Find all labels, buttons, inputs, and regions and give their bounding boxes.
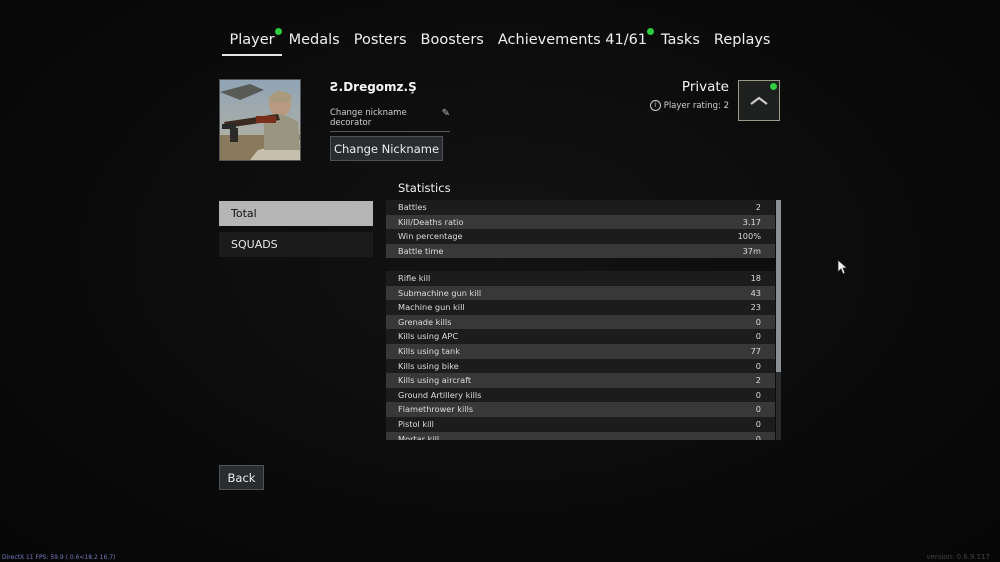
stat-value: 0 bbox=[755, 316, 761, 327]
stat-value: 0 bbox=[755, 404, 761, 415]
stat-label: Flamethrower kills bbox=[398, 404, 474, 415]
stat-label: Kills using aircraft bbox=[398, 375, 472, 386]
stat-label: Kill/Deaths ratio bbox=[398, 216, 464, 227]
stat-label: Pistol kill bbox=[398, 419, 434, 429]
stat-value: 23 bbox=[750, 302, 761, 313]
stat-label: Machine gun kill bbox=[398, 302, 465, 313]
stat-row: Battle time 37m bbox=[386, 243, 775, 259]
stat-value: 0 bbox=[755, 331, 761, 342]
stat-label: Mortar kill bbox=[398, 433, 440, 440]
stat-label: Submachine gun kill bbox=[398, 287, 482, 298]
notification-dot-icon bbox=[647, 28, 655, 35]
sidebar-item-total[interactable]: Total bbox=[219, 201, 373, 226]
tab-medals[interactable]: Medals bbox=[282, 28, 347, 56]
stat-row: Battles 2 bbox=[386, 200, 775, 215]
change-nickname-button[interactable]: Change Nickname bbox=[330, 136, 443, 161]
tab-label: Tasks bbox=[661, 32, 700, 48]
tab-label: Medals bbox=[288, 32, 340, 48]
stat-label: Battles bbox=[398, 202, 427, 212]
stat-label: Grenade kills bbox=[398, 316, 452, 327]
tab-label: Achievements 41/61 bbox=[497, 32, 648, 48]
stat-value: 0 bbox=[755, 360, 761, 371]
stat-value: 0 bbox=[755, 419, 761, 429]
fps-counter: DirectX 11 FPS: 59.9 ( 0.6<18.2 16.7) bbox=[2, 554, 116, 561]
tab-label: Posters bbox=[353, 32, 407, 48]
sidebar-item-squads[interactable]: SQUADS bbox=[219, 232, 373, 257]
stat-value: 100% bbox=[737, 231, 761, 242]
stat-row: Kills using APC 0 bbox=[386, 329, 775, 344]
statistics-title: Statistics bbox=[398, 181, 451, 195]
stat-value: 37m bbox=[742, 245, 761, 256]
player-avatar[interactable] bbox=[219, 79, 301, 161]
stat-label: Battle time bbox=[398, 245, 444, 256]
stat-row: Flamethrower kills 0 bbox=[386, 402, 775, 417]
rank-title: Private bbox=[681, 79, 729, 95]
stat-value: 0 bbox=[755, 433, 761, 440]
top-tab-bar: Player Medals Posters Boosters Achieveme… bbox=[0, 28, 1000, 56]
stat-row: Kills using bike 0 bbox=[386, 358, 775, 374]
stat-label: Kills using APC bbox=[398, 331, 459, 342]
stat-row: Submachine gun kill 43 bbox=[386, 285, 775, 301]
notification-dot-icon bbox=[274, 28, 282, 35]
soldier-portrait-icon bbox=[220, 80, 300, 160]
tab-posters[interactable]: Posters bbox=[347, 28, 414, 56]
stat-row: Pistol kill 0 bbox=[386, 417, 775, 432]
stat-row: Kill/Deaths ratio 3.17 bbox=[386, 214, 775, 230]
back-button[interactable]: Back bbox=[219, 465, 264, 490]
stat-row: Mortar kill 0 bbox=[386, 431, 775, 440]
tab-achievements[interactable]: Achievements 41/61 bbox=[491, 28, 655, 56]
stat-label: Rifle kill bbox=[398, 273, 431, 283]
nickname-decorator-field[interactable]: Change nickname decorator ✎ bbox=[330, 108, 450, 132]
tab-tasks[interactable]: Tasks bbox=[654, 28, 707, 56]
rank-insignia-button[interactable] bbox=[738, 80, 780, 121]
notification-dot-icon bbox=[770, 83, 777, 90]
stat-value: 77 bbox=[750, 346, 761, 356]
stat-value: 3.17 bbox=[742, 216, 761, 227]
stat-row: Rifle kill 18 bbox=[386, 271, 775, 286]
stat-row: Machine gun kill 23 bbox=[386, 300, 775, 315]
pencil-icon[interactable]: ✎ bbox=[442, 108, 450, 119]
tab-boosters[interactable]: Boosters bbox=[414, 28, 491, 56]
tab-label: Player bbox=[229, 32, 275, 48]
stat-value: 43 bbox=[750, 287, 761, 298]
stat-value: 0 bbox=[755, 389, 761, 400]
stat-label: Kills using bike bbox=[398, 360, 459, 371]
stat-value: 2 bbox=[755, 375, 761, 386]
tab-label: Boosters bbox=[420, 32, 484, 48]
stat-row: Kills using tank 77 bbox=[386, 344, 775, 359]
stat-value: 18 bbox=[750, 273, 761, 283]
tab-replays[interactable]: Replays bbox=[707, 28, 778, 56]
rating-label: Player rating: 2 bbox=[663, 100, 729, 111]
info-icon[interactable]: i bbox=[649, 100, 661, 111]
decorator-label: Change nickname decorator bbox=[330, 108, 407, 128]
player-nickname: Ƨ.Dregomz.Ş bbox=[330, 80, 417, 94]
stat-row: Grenade kills 0 bbox=[386, 314, 775, 330]
stat-label: Win percentage bbox=[398, 231, 463, 242]
stat-row: Win percentage 100% bbox=[386, 229, 775, 244]
stat-value: 2 bbox=[755, 202, 761, 212]
stat-row: Kills using aircraft 2 bbox=[386, 373, 775, 388]
mouse-cursor-icon bbox=[837, 259, 849, 279]
tab-player[interactable]: Player bbox=[222, 28, 282, 56]
scrollbar-thumb[interactable] bbox=[776, 200, 781, 372]
stat-row: Ground Artillery kills 0 bbox=[386, 387, 775, 403]
tab-label: Replays bbox=[713, 32, 771, 48]
statistics-list[interactable]: Battles 2 Kill/Deaths ratio 3.17 Win perce… bbox=[386, 200, 781, 440]
stat-label: Kills using tank bbox=[398, 346, 460, 356]
version-label: version: 0.6.9.117 bbox=[926, 553, 990, 561]
player-rating: i Player rating: 2 bbox=[649, 100, 729, 111]
stat-label: Ground Artillery kills bbox=[398, 389, 482, 400]
